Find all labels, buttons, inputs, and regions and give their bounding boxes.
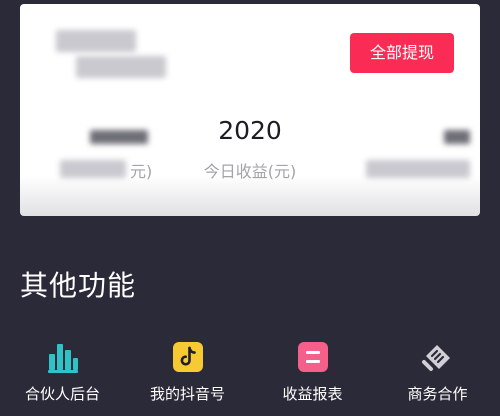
earnings-card: 全部提现 2020 今日收益(元) 元) [20, 4, 480, 216]
redacted-left-value [90, 130, 148, 144]
feature-label: 合伙人后台 [24, 385, 100, 403]
redacted-right-label [366, 160, 470, 178]
today-earnings-value: 2020 [218, 116, 282, 145]
redacted-account-name [56, 30, 136, 52]
douyin-icon [172, 342, 203, 372]
handshake-icon [421, 345, 450, 371]
redacted-account-detail [76, 56, 166, 78]
feature-label: 收益报表 [282, 385, 343, 403]
section-title: 其他功能 [20, 269, 137, 302]
feature-partner-backend[interactable]: 合伙人后台 [0, 338, 125, 416]
redacted-right-value [444, 130, 470, 144]
withdraw-all-button[interactable]: 全部提现 [350, 33, 454, 73]
today-earnings-label: 今日收益(元) [203, 162, 297, 181]
left-stat-unit: 元) [130, 162, 153, 181]
feature-grid: 合伙人后台 我的抖音号 收益报表 商务合作 [0, 338, 500, 416]
redacted-left-label [60, 160, 126, 178]
feature-earnings-report[interactable]: 收益报表 [250, 338, 375, 416]
feature-label: 我的抖音号 [149, 385, 225, 403]
bar-chart-icon [47, 344, 78, 373]
feature-label: 商务合作 [407, 385, 468, 403]
feature-my-douyin[interactable]: 我的抖音号 [125, 338, 250, 416]
report-icon [297, 342, 328, 372]
feature-business-cooperation[interactable]: 商务合作 [375, 338, 500, 416]
